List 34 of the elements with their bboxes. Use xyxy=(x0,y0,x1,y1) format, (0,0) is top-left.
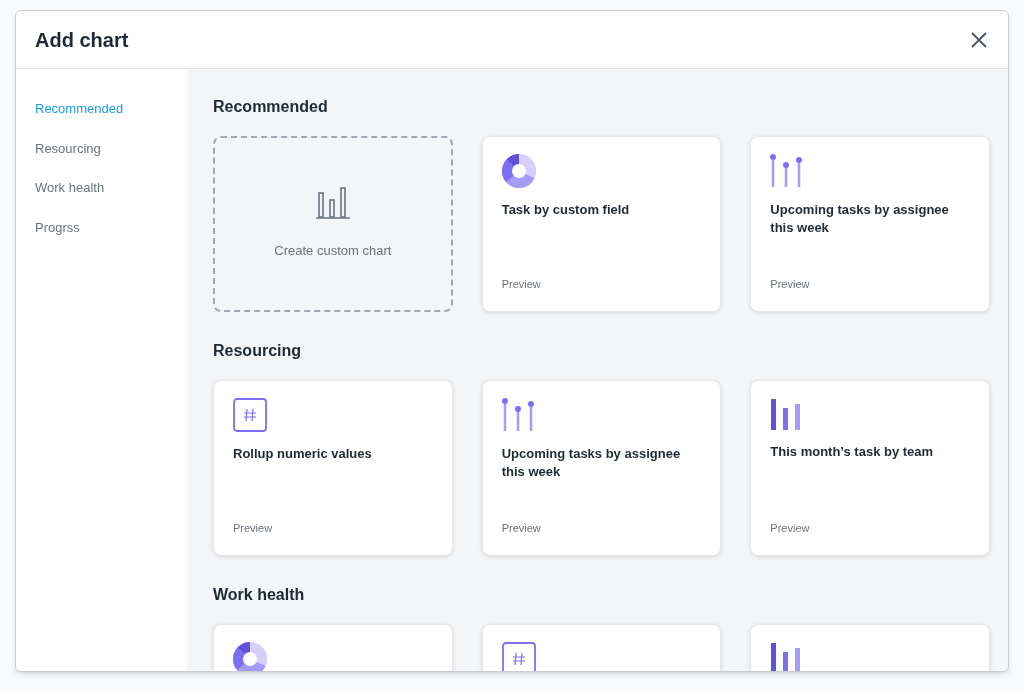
lollipop-chart-icon xyxy=(770,154,805,188)
preview-link[interactable]: Preview xyxy=(770,519,810,536)
sidebar-item[interactable]: Work health xyxy=(35,178,187,198)
chart-title: Upcoming tasks by assignee this week xyxy=(501,445,682,481)
hash-icon xyxy=(233,398,267,432)
chart-card[interactable]: Task by custom field Preview xyxy=(481,136,722,312)
bar-chart-icon xyxy=(770,398,803,430)
sidebar-item[interactable]: Resourcing xyxy=(35,138,187,158)
chart-card[interactable]: Upcoming tasks by assignee this week Preview xyxy=(481,380,722,556)
preview-link[interactable]: Preview xyxy=(501,275,541,292)
close-icon[interactable] xyxy=(969,29,989,50)
preview-link[interactable]: Preview xyxy=(233,519,273,536)
create-custom-chart-card[interactable]: Create custom chart xyxy=(213,136,453,312)
section-heading: Resourcing xyxy=(213,341,302,361)
bar-chart-icon xyxy=(770,642,803,671)
chart-title: Rollup numeric values xyxy=(233,445,373,463)
chart-card[interactable]: This month’s task by team Preview xyxy=(750,380,990,556)
bar-chart-icon xyxy=(315,187,350,220)
sidebar-item[interactable]: Progrss xyxy=(35,217,187,237)
donut-chart-icon xyxy=(501,154,536,188)
dialog-title: Add chart xyxy=(35,27,129,53)
section-heading: Recommended xyxy=(213,97,329,117)
preview-link[interactable]: Preview xyxy=(501,519,541,536)
chart-title: Task by custom field xyxy=(501,201,631,219)
donut-chart-icon xyxy=(233,642,267,671)
hash-icon xyxy=(501,642,536,671)
preview-link[interactable]: Preview xyxy=(770,275,810,292)
section-heading: Work health xyxy=(213,585,306,605)
chart-card[interactable]: Upcoming tasks by assignee this week Preview xyxy=(750,136,990,312)
chart-card[interactable]: Rollup numeric values Preview xyxy=(213,380,453,556)
chart-title: Upcoming tasks by assignee this week xyxy=(770,201,950,237)
sidebar-item[interactable]: Recommended xyxy=(35,99,187,119)
chart-title: This month’s task by team xyxy=(770,443,935,461)
lollipop-chart-icon xyxy=(501,398,536,432)
